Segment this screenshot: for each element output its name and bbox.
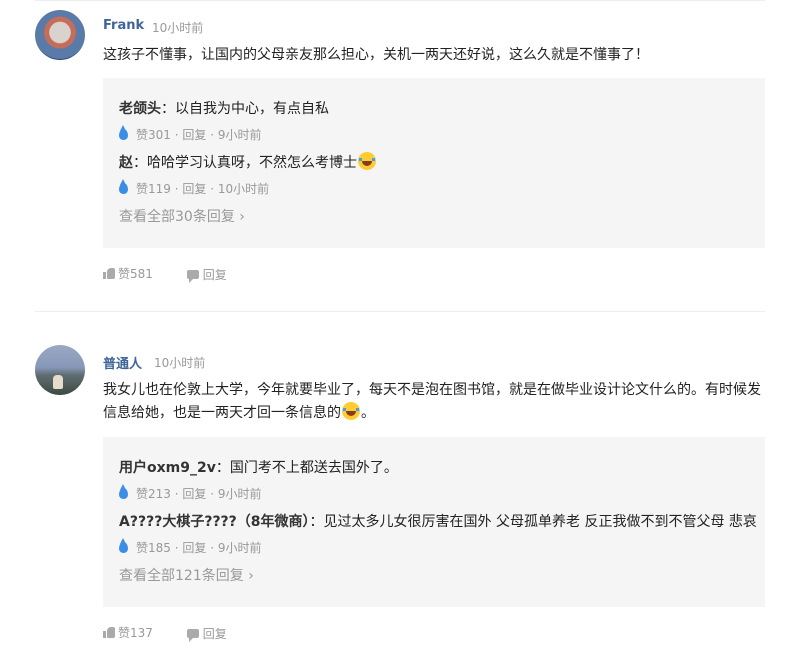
comment-text: 这孩子不懂事，让国内的父母亲友那么担心，关机一两天还好说，这么久就是不懂事了！ bbox=[103, 47, 649, 63]
reply-likes[interactable]: 赞185 bbox=[136, 541, 171, 555]
comment-actions: 赞581 回复 bbox=[103, 265, 257, 283]
comment-time: 10小时前 bbox=[152, 21, 204, 35]
thumbs-up-icon bbox=[103, 268, 115, 279]
reply-button[interactable]: 回复 bbox=[186, 266, 227, 283]
reply-separator: ： bbox=[161, 101, 175, 117]
meta-separator: · bbox=[210, 128, 215, 142]
reply-item: A????大棋子????（8年微商）：见过太多儿女很厉害在国外 父母孤单养老 反… bbox=[119, 511, 757, 531]
comment-divider bbox=[35, 311, 765, 312]
view-all-label: 查看全部30条回复 bbox=[119, 209, 235, 225]
chevron-right-icon: › bbox=[239, 209, 245, 225]
like-count: 赞137 bbox=[118, 626, 153, 640]
reply-text: 哈哈学习认真呀，不然怎么考博士 bbox=[147, 155, 357, 171]
comment-time: 10小时前 bbox=[154, 356, 206, 370]
view-all-replies-link[interactable]: 查看全部30条回复 › bbox=[119, 206, 245, 226]
comment-username[interactable]: 普通人 bbox=[103, 353, 142, 372]
meta-separator: · bbox=[210, 182, 215, 196]
reply-time: 9小时前 bbox=[217, 541, 262, 555]
reply-likes[interactable]: 赞213 bbox=[136, 487, 171, 501]
meta-separator: · bbox=[174, 487, 179, 501]
reply-time: 9小时前 bbox=[217, 487, 262, 501]
reply-meta: 赞185 · 回复 · 9小时前 bbox=[119, 538, 262, 556]
like-icon[interactable] bbox=[119, 484, 128, 499]
meta-separator: · bbox=[210, 541, 215, 555]
reply-label: 回复 bbox=[202, 627, 227, 641]
like-button[interactable]: 赞137 bbox=[103, 624, 153, 641]
reply-username[interactable]: 用户oxm9_2v bbox=[119, 460, 216, 476]
reply-likes[interactable]: 赞301 bbox=[136, 128, 171, 142]
comment-username[interactable]: Frank bbox=[103, 18, 144, 33]
reply-reply-button[interactable]: 回复 bbox=[182, 487, 206, 501]
comment-actions: 赞137 回复 bbox=[103, 624, 257, 642]
laugh-cry-emoji-icon bbox=[342, 402, 360, 420]
top-divider bbox=[35, 0, 765, 1]
reply-reply-button[interactable]: 回复 bbox=[182, 541, 206, 555]
reply-time: 10小时前 bbox=[217, 182, 270, 196]
meta-separator: · bbox=[174, 182, 179, 196]
comment-bubble-icon bbox=[186, 629, 199, 642]
meta-separator: · bbox=[174, 541, 179, 555]
avatar[interactable] bbox=[35, 345, 85, 395]
chevron-right-icon: › bbox=[248, 568, 254, 584]
reply-label: 回复 bbox=[202, 268, 227, 282]
reply-reply-button[interactable]: 回复 bbox=[182, 182, 206, 196]
comment-content: 我女儿也在伦敦上大学，今年就要毕业了，每天不是泡在图书馆，就是在做毕业设计论文什… bbox=[103, 379, 765, 425]
like-count: 赞581 bbox=[118, 267, 153, 281]
like-icon[interactable] bbox=[119, 538, 128, 553]
reply-text: 以自我为中心，有点自私 bbox=[175, 101, 329, 117]
comment-text: 我女儿也在伦敦上大学，今年就要毕业了，每天不是泡在图书馆，就是在做毕业设计论文什… bbox=[103, 382, 761, 421]
like-icon[interactable] bbox=[119, 125, 128, 140]
like-icon[interactable] bbox=[119, 179, 128, 194]
comment-text-end: 。 bbox=[361, 405, 375, 421]
view-all-label: 查看全部121条回复 bbox=[119, 568, 244, 584]
reply-text: 见过太多儿女很厉害在国外 父母孤单养老 反正我做不到不管父母 悲哀 bbox=[323, 514, 757, 530]
reply-text: 国门考不上都送去国外了。 bbox=[229, 460, 398, 476]
avatar[interactable] bbox=[35, 10, 85, 60]
meta-separator: · bbox=[174, 128, 179, 142]
reply-time: 9小时前 bbox=[217, 128, 262, 142]
meta-separator: · bbox=[210, 487, 215, 501]
reply-box: 老颌头：以自我为中心，有点自私 赞301 · 回复 · 9小时前 赵：哈哈学习认… bbox=[103, 78, 765, 248]
reply-meta: 赞301 · 回复 · 9小时前 bbox=[119, 125, 262, 143]
like-button[interactable]: 赞581 bbox=[103, 265, 153, 282]
reply-button[interactable]: 回复 bbox=[186, 625, 227, 642]
comment-bubble-icon bbox=[186, 270, 199, 283]
view-all-replies-link[interactable]: 查看全部121条回复 › bbox=[119, 565, 254, 585]
comment-content: 这孩子不懂事，让国内的父母亲友那么担心，关机一两天还好说，这么久就是不懂事了！ bbox=[103, 44, 765, 67]
reply-separator: ： bbox=[133, 155, 147, 171]
reply-item: 老颌头：以自我为中心，有点自私 bbox=[119, 98, 329, 118]
reply-likes[interactable]: 赞119 bbox=[136, 182, 171, 196]
reply-username[interactable]: 老颌头 bbox=[119, 101, 161, 117]
laugh-cry-emoji-icon bbox=[358, 152, 376, 170]
reply-meta: 赞213 · 回复 · 9小时前 bbox=[119, 484, 262, 502]
reply-username[interactable]: A????大棋子????（8年微商） bbox=[119, 514, 310, 530]
reply-username[interactable]: 赵 bbox=[119, 155, 133, 171]
reply-separator: ： bbox=[215, 460, 230, 476]
reply-meta: 赞119 · 回复 · 10小时前 bbox=[119, 179, 270, 197]
reply-item: 用户oxm9_2v：国门考不上都送去国外了。 bbox=[119, 457, 398, 477]
reply-item: 赵：哈哈学习认真呀，不然怎么考博士 bbox=[119, 152, 377, 172]
reply-box: 用户oxm9_2v：国门考不上都送去国外了。 赞213 · 回复 · 9小时前 … bbox=[103, 437, 765, 607]
reply-separator: ： bbox=[309, 514, 324, 530]
thumbs-up-icon bbox=[103, 627, 115, 638]
reply-reply-button[interactable]: 回复 bbox=[182, 128, 206, 142]
